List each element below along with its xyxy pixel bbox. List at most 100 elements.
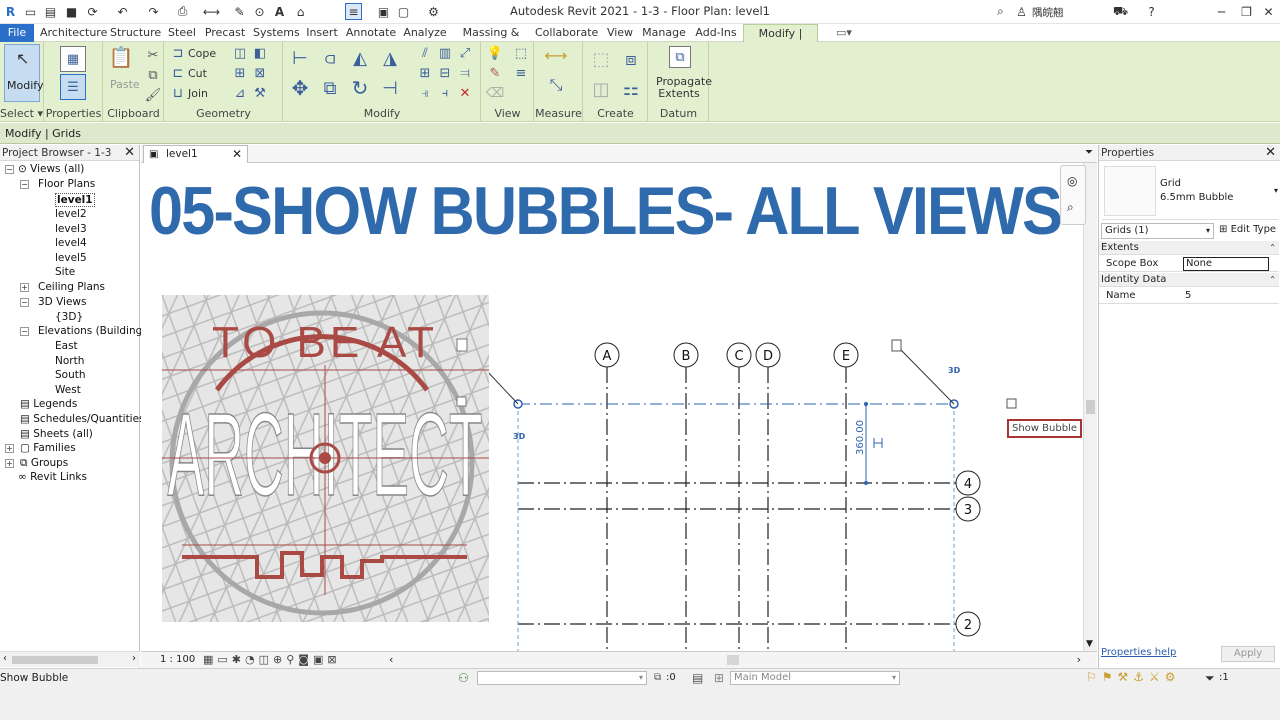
restore-icon[interactable]: ❐ xyxy=(1238,3,1255,20)
trim-multiple-icon[interactable]: ⫤ xyxy=(456,64,474,82)
tab-steel[interactable]: Steel xyxy=(166,24,198,42)
create-parts-icon[interactable]: ⧈ xyxy=(618,46,644,72)
cope-icon[interactable]: ⊐ xyxy=(169,44,187,62)
user-icon[interactable]: ♙ xyxy=(1013,3,1030,20)
cope-label[interactable]: Cope xyxy=(188,47,216,60)
tree-east[interactable]: East xyxy=(55,340,78,352)
type-properties-icon[interactable]: ▦ xyxy=(60,46,86,72)
tree-north[interactable]: North xyxy=(55,355,84,367)
mirror-draw-icon[interactable]: ◮ xyxy=(378,46,402,70)
pin-icon[interactable]: ⊞ xyxy=(416,64,434,82)
collapse-toggle[interactable]: − xyxy=(20,180,29,189)
vertical-scrollbar[interactable]: ▼ xyxy=(1083,163,1097,651)
scroll-left-icon[interactable]: ‹ xyxy=(389,653,393,666)
tree-west[interactable]: West xyxy=(55,384,81,396)
extend-icon[interactable]: ⫞ xyxy=(436,84,454,102)
expand-toggle[interactable]: + xyxy=(5,459,14,468)
horizontal-scrollbar[interactable]: ‹ › xyxy=(0,651,140,667)
instance-filter-select[interactable]: Grids (1) ▾ xyxy=(1101,223,1214,239)
trim-single-icon[interactable]: ⫣ xyxy=(416,84,434,102)
tree-level5[interactable]: level5 xyxy=(55,252,87,264)
align-icon[interactable]: ⊢ xyxy=(288,46,312,70)
lock-icon[interactable] xyxy=(891,339,902,352)
tab-view[interactable]: View xyxy=(604,24,636,42)
section-identity-data[interactable]: Identity Data ⌃ xyxy=(1099,273,1279,287)
paint-icon[interactable]: ◧ xyxy=(251,44,269,62)
type-selector[interactable]: Grid 6.5mm Bubble ▾ xyxy=(1102,164,1278,220)
paste-label[interactable]: Paste xyxy=(110,78,140,91)
wall-joins-icon[interactable]: ⊞ xyxy=(231,64,249,82)
tree-3d-views[interactable]: 3D Views xyxy=(38,296,87,308)
linework-icon[interactable]: ✎ xyxy=(486,64,504,82)
tab-annotate[interactable]: Annotate xyxy=(345,24,397,42)
eraser-icon[interactable]: ⌫ xyxy=(486,84,504,102)
tab-modify-grids[interactable]: Modify | Grids xyxy=(743,24,818,57)
offset-icon[interactable]: ⫏ xyxy=(318,46,342,70)
cart-icon[interactable]: ⛟ xyxy=(1112,3,1129,20)
scroll-thumb[interactable] xyxy=(1086,400,1095,414)
help-icon[interactable]: ? xyxy=(1143,3,1160,20)
steering-wheel-icon[interactable]: ◎ xyxy=(1067,174,1077,188)
panel-select-label[interactable]: Select ▾ xyxy=(0,107,43,120)
active-option-icon[interactable]: ⊞ xyxy=(714,671,724,685)
tree-level3[interactable]: level3 xyxy=(55,223,87,235)
scale-selector[interactable]: 1 : 100 xyxy=(160,654,195,665)
tree-schedules[interactable]: ▤ Schedules/Quantities (a xyxy=(20,413,158,425)
section-extents[interactable]: Extents ⌃ xyxy=(1099,241,1279,255)
copy-icon[interactable]: ⧉ xyxy=(144,66,162,84)
split-icon[interactable]: ⫽ xyxy=(416,44,434,62)
edit-type-button[interactable]: ⊞ Edit Type xyxy=(1219,223,1276,237)
scroll-thumb[interactable] xyxy=(12,656,98,664)
tab-systems[interactable]: Systems xyxy=(253,24,300,42)
properties-icon[interactable]: ☰ xyxy=(60,74,86,100)
filter-icon[interactable]: ⏷ xyxy=(1205,671,1215,686)
collapse-toggle[interactable]: − xyxy=(20,327,29,336)
expand-toggle[interactable]: + xyxy=(20,283,29,292)
cut-label[interactable]: Cut xyxy=(188,67,207,80)
tree-site[interactable]: Site xyxy=(55,266,75,278)
scope-box-value[interactable]: None xyxy=(1183,257,1269,271)
create-similar-icon[interactable]: ⚏ xyxy=(618,76,644,102)
match-properties-icon[interactable]: 🖌 xyxy=(144,86,162,104)
drawing-area[interactable]: ▣ level1 ✕ ⏷ 360.00 3D 3D ABCDE432 05-SH… xyxy=(141,145,1097,651)
view-controls-icons[interactable]: ▦▭✱◔◫⊕⚲◙▣⊠ xyxy=(203,653,341,666)
unpin-icon[interactable]: ⊟ xyxy=(436,64,454,82)
ribbon-toggle-icon[interactable]: ▭▾ xyxy=(836,26,852,39)
propagate-extents-button[interactable]: Propagate Extents xyxy=(656,76,712,100)
tree-revit-links[interactable]: ∞ Revit Links xyxy=(18,471,87,483)
measure-between-icon[interactable]: ⟷ xyxy=(541,46,571,65)
create-assembly-icon[interactable]: ⬚ xyxy=(588,46,614,72)
zoom-icon[interactable]: ⌕ xyxy=(1067,200,1074,215)
expand-toggle[interactable]: + xyxy=(5,444,14,453)
rotate-icon[interactable]: ↻ xyxy=(348,76,372,100)
tab-insert[interactable]: Insert xyxy=(305,24,339,42)
chevron-down-icon[interactable]: ▾ xyxy=(1274,186,1278,195)
tree-south[interactable]: South xyxy=(55,369,86,381)
beam-join-icon[interactable]: ⊿ xyxy=(231,84,249,102)
name-value[interactable]: 5 xyxy=(1185,290,1191,301)
tree-level4[interactable]: level4 xyxy=(55,237,87,249)
paste-icon[interactable]: 📋 xyxy=(109,45,134,69)
hide-icon[interactable]: 💡 xyxy=(486,44,504,62)
aligned-dimension-icon[interactable]: ⤡ xyxy=(541,75,571,94)
cut-clipboard-icon[interactable]: ✂ xyxy=(144,46,162,64)
close-icon[interactable]: ✕ xyxy=(1265,145,1276,161)
override-icon[interactable]: ⬚ xyxy=(512,44,530,62)
hide-bubble-checkbox[interactable] xyxy=(1006,398,1017,409)
tree-3d[interactable]: {3D} xyxy=(55,311,83,323)
minimize-icon[interactable]: ─ xyxy=(1213,3,1230,20)
collapse-toggle[interactable]: − xyxy=(20,298,29,307)
selection-toggles-icons[interactable]: ⚐⚑⚒⚓⚔⚙ xyxy=(1086,670,1181,684)
tree-floor-plans[interactable]: Floor Plans xyxy=(38,178,95,190)
tree-elevations[interactable]: Elevations (Building El xyxy=(38,325,155,337)
dimension-icon[interactable] xyxy=(873,438,883,448)
navigation-wheel[interactable]: ◎ ⌕ xyxy=(1060,165,1086,225)
properties-help-link[interactable]: Properties help xyxy=(1101,647,1176,658)
tab-manage[interactable]: Manage xyxy=(641,24,687,42)
propagate-extents-icon[interactable]: ⧉ xyxy=(669,46,691,68)
tab-collaborate[interactable]: Collaborate xyxy=(535,24,598,42)
modify-button[interactable]: ↖ Modify xyxy=(4,44,43,102)
copy-element-icon[interactable]: ⧉ xyxy=(318,76,342,100)
workset-icon[interactable]: ⚇ xyxy=(458,671,469,685)
tree-families[interactable]: ▢ Families xyxy=(20,442,76,454)
